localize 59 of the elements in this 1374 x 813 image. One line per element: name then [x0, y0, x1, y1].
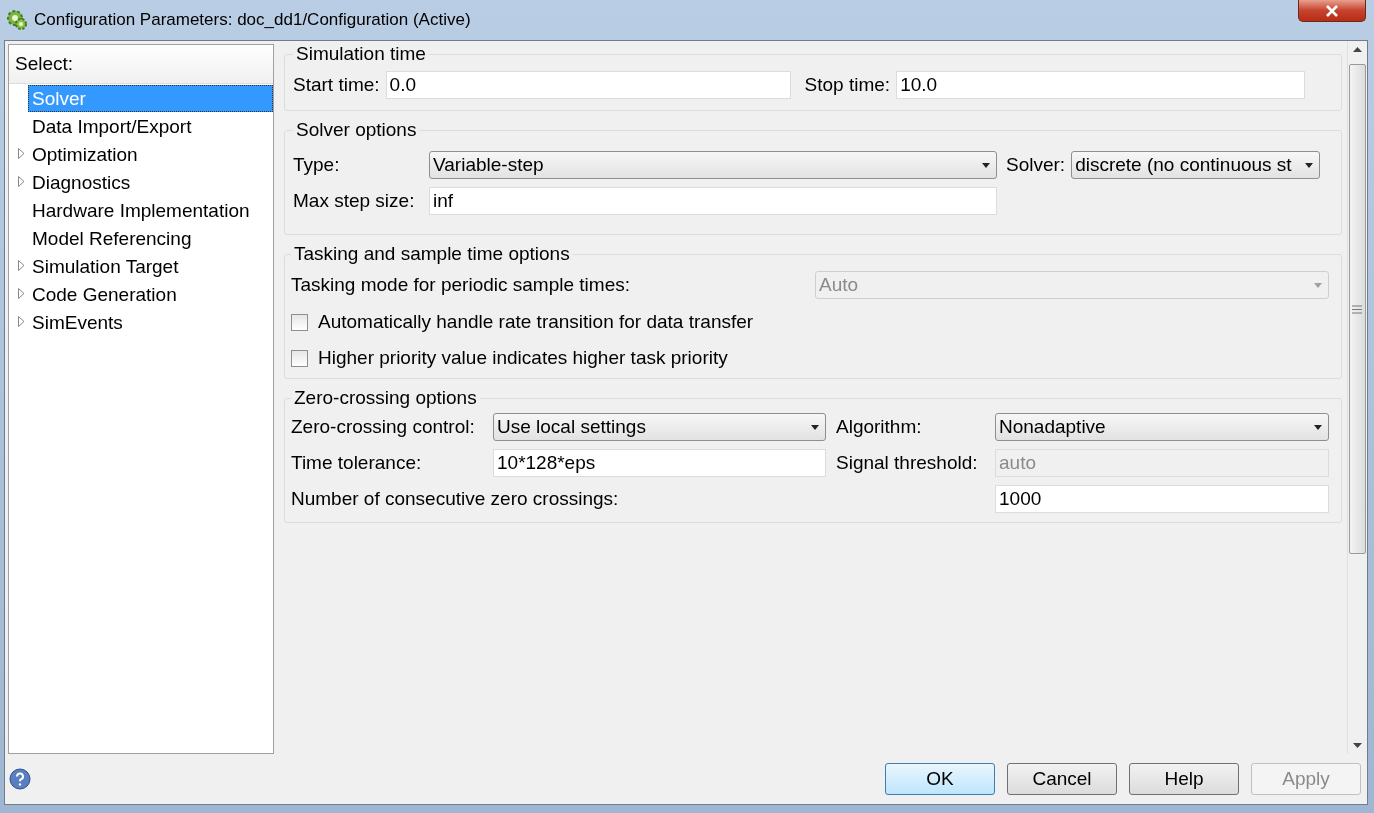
sidebar-item[interactable]: Data Import/Export [28, 112, 273, 140]
field-label: Solver: [1006, 154, 1066, 176]
input-field[interactable]: 10.0 [896, 71, 1306, 99]
dialog-button[interactable]: OK [885, 763, 995, 795]
dropdown[interactable]: discrete (no continuous st [1071, 151, 1321, 179]
input-field[interactable]: 0.0 [385, 71, 791, 99]
dropdown[interactable]: Use local settings [493, 413, 826, 441]
gear-icon [6, 9, 28, 31]
caret-icon [1314, 424, 1322, 430]
field-label: Start time: [293, 74, 380, 96]
section-title: Simulation time [295, 43, 427, 65]
expand-arrow-icon[interactable] [18, 316, 25, 327]
checkbox[interactable] [291, 313, 308, 331]
sidebar-item[interactable]: Simulation Target [28, 252, 273, 280]
scroll-up-icon[interactable] [1352, 47, 1362, 52]
caret-icon [811, 424, 819, 430]
section-title: Tasking and sample time options [293, 243, 571, 265]
field-label: Time tolerance: [291, 452, 423, 474]
sidebar-item[interactable]: Diagnostics [28, 168, 273, 196]
scrollbar[interactable] [1347, 41, 1366, 754]
checkbox-label: Higher priority value indicates higher task priority [318, 347, 728, 369]
grip-icon [1352, 304, 1362, 314]
expand-arrow-icon[interactable] [18, 148, 25, 159]
scroll-down-icon[interactable] [1352, 743, 1362, 748]
caret-icon [1314, 282, 1322, 288]
scrollbar-thumb[interactable] [1348, 64, 1366, 554]
close-icon [1325, 4, 1339, 17]
sidebar-item[interactable]: Hardware Implementation [28, 196, 273, 224]
sidebar-item[interactable]: Code Generation [28, 280, 273, 308]
expand-arrow-icon[interactable] [18, 260, 25, 271]
sidebar-item[interactable]: Optimization [28, 140, 273, 168]
field-label: Number of consecutive zero crossings: [291, 488, 620, 510]
field-label: Max step size: [293, 190, 416, 212]
caret-icon [1305, 162, 1314, 168]
dropdown[interactable]: Variable-step [429, 151, 997, 179]
dropdown[interactable]: Nonadaptive [995, 413, 1329, 441]
input-field[interactable]: 1000 [995, 485, 1329, 513]
dialog-button[interactable]: Cancel [1007, 763, 1117, 795]
expand-arrow-icon[interactable] [18, 288, 25, 299]
field-label: Tasking mode for periodic sample times: [291, 274, 631, 296]
input-field[interactable]: 10*128*eps [493, 449, 826, 477]
help-icon[interactable] [9, 768, 31, 790]
window-title: Configuration Parameters: doc_dd1/Configuration (Active) [34, 10, 471, 30]
field-label: Signal threshold: [836, 452, 979, 474]
section-title: Zero-crossing options [293, 387, 478, 409]
section-title: Solver options [295, 119, 418, 141]
field-label: Stop time: [804, 74, 891, 96]
dialog-button[interactable]: Help [1129, 763, 1239, 795]
checkbox[interactable] [291, 349, 308, 367]
sidebar-item[interactable]: Model Referencing [28, 224, 273, 252]
caret-icon [982, 162, 990, 168]
field-label: Type: [293, 154, 341, 176]
field-label: Algorithm: [836, 416, 923, 438]
input-field[interactable]: inf [429, 187, 997, 215]
expand-arrow-icon[interactable] [18, 176, 25, 187]
close-button[interactable] [1298, 0, 1366, 22]
checkbox-label: Automatically handle rate transition for data transfer [318, 311, 754, 333]
field-label: Zero-crossing control: [291, 416, 476, 438]
sidebar-item[interactable]: SimEvents [28, 308, 273, 336]
